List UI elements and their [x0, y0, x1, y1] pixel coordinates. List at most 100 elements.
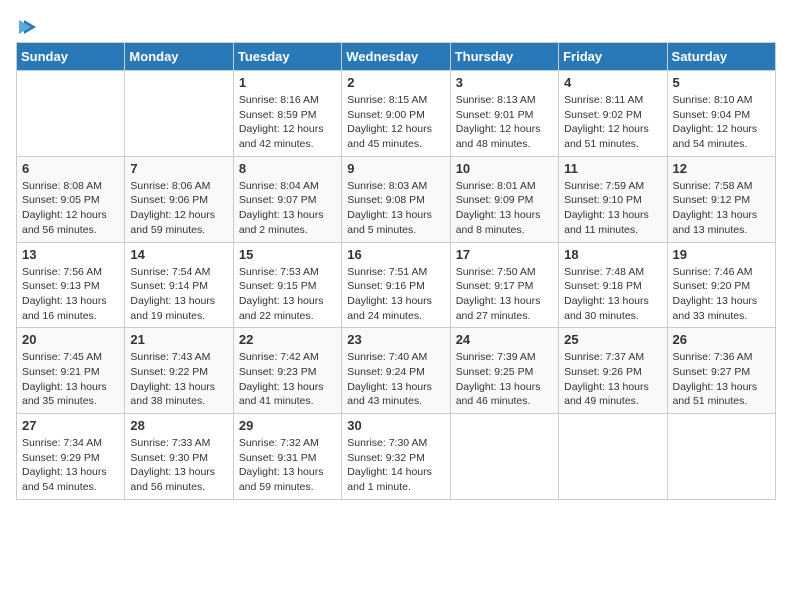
day-number: 8 [239, 161, 336, 176]
calendar-cell: 3 Sunrise: 8:13 AMSunset: 9:01 PMDaylight… [450, 71, 558, 157]
day-number: 5 [673, 75, 770, 90]
calendar-cell: 25 Sunrise: 7:37 AMSunset: 9:26 PMDayligh… [559, 328, 667, 414]
logo-icon [16, 16, 38, 38]
day-info: Sunrise: 7:42 AMSunset: 9:23 PMDaylight:… [239, 350, 336, 409]
calendar-cell: 21Sunrise: 7:43 AMSunset: 9:22 PMDayligh… [125, 328, 233, 414]
day-number: 15 [239, 247, 336, 262]
day-number: 7 [130, 161, 227, 176]
day-number: 9 [347, 161, 444, 176]
weekday-header: Thursday [450, 43, 558, 71]
day-info: Sunrise: 7:48 AMSunset: 9:18 PMDaylight:… [564, 265, 661, 324]
day-number: 19 [673, 247, 770, 262]
calendar-cell [125, 71, 233, 157]
calendar-cell: 20 Sunrise: 7:45 AMSunset: 9:21 PMDayligh… [17, 328, 125, 414]
day-info: Sunrise: 8:04 AMSunset: 9:07 PMDaylight:… [239, 179, 336, 238]
calendar-week-row: 27 Sunrise: 7:34 AMSunset: 9:29 PMDayligh… [17, 414, 776, 500]
day-info: Sunrise: 7:32 AMSunset: 9:31 PMDaylight:… [239, 436, 336, 495]
day-info: Sunrise: 8:08 AMSunset: 9:05 PMDaylight:… [22, 179, 119, 238]
day-info: Sunrise: 7:34 AMSunset: 9:29 PMDaylight:… [22, 436, 119, 495]
day-info: Sunrise: 7:39 AMSunset: 9:25 PMDaylight:… [456, 350, 553, 409]
day-info: Sunrise: 7:54 AMSunset: 9:14 PMDaylight:… [130, 265, 227, 324]
day-number: 14 [130, 247, 227, 262]
calendar-cell: 24 Sunrise: 7:39 AMSunset: 9:25 PMDayligh… [450, 328, 558, 414]
calendar-cell [17, 71, 125, 157]
day-number: 27 [22, 418, 119, 433]
day-info: Sunrise: 7:40 AMSunset: 9:24 PMDaylight:… [347, 350, 444, 409]
calendar-cell: 29 Sunrise: 7:32 AMSunset: 9:31 PMDayligh… [233, 414, 341, 500]
day-info: Sunrise: 7:37 AMSunset: 9:26 PMDaylight:… [564, 350, 661, 409]
day-number: 29 [239, 418, 336, 433]
calendar-cell: 28 Sunrise: 7:33 AMSunset: 9:30 PMDayligh… [125, 414, 233, 500]
calendar-cell [559, 414, 667, 500]
day-number: 4 [564, 75, 661, 90]
weekday-header: Saturday [667, 43, 775, 71]
day-number: 28 [130, 418, 227, 433]
day-info: Sunrise: 7:58 AMSunset: 9:12 PMDaylight:… [673, 179, 770, 238]
calendar-cell: 2 Sunrise: 8:15 AMSunset: 9:00 PMDaylight… [342, 71, 450, 157]
day-number: 20 [22, 332, 119, 347]
day-number: 11 [564, 161, 661, 176]
day-number: 10 [456, 161, 553, 176]
day-info: Sunrise: 8:16 AMSunset: 8:59 PMDaylight:… [239, 93, 336, 152]
calendar-cell: 22Sunrise: 7:42 AMSunset: 9:23 PMDayligh… [233, 328, 341, 414]
day-info: Sunrise: 7:51 AMSunset: 9:16 PMDaylight:… [347, 265, 444, 324]
calendar-cell: 27 Sunrise: 7:34 AMSunset: 9:29 PMDayligh… [17, 414, 125, 500]
calendar-cell: 26 Sunrise: 7:36 AMSunset: 9:27 PMDayligh… [667, 328, 775, 414]
day-info: Sunrise: 7:30 AMSunset: 9:32 PMDaylight:… [347, 436, 444, 495]
calendar-cell: 14 Sunrise: 7:54 AMSunset: 9:14 PMDayligh… [125, 242, 233, 328]
calendar-cell: 5 Sunrise: 8:10 AMSunset: 9:04 PMDaylight… [667, 71, 775, 157]
day-number: 17 [456, 247, 553, 262]
logo [16, 16, 38, 32]
day-info: Sunrise: 8:13 AMSunset: 9:01 PMDaylight:… [456, 93, 553, 152]
day-info: Sunrise: 8:06 AMSunset: 9:06 PMDaylight:… [130, 179, 227, 238]
calendar-cell: 10Sunrise: 8:01 AMSunset: 9:09 PMDayligh… [450, 156, 558, 242]
calendar-cell: 9Sunrise: 8:03 AMSunset: 9:08 PMDaylight… [342, 156, 450, 242]
day-number: 23 [347, 332, 444, 347]
calendar-week-row: 6 Sunrise: 8:08 AMSunset: 9:05 PMDaylight… [17, 156, 776, 242]
calendar-cell: 4 Sunrise: 8:11 AMSunset: 9:02 PMDaylight… [559, 71, 667, 157]
calendar-cell: 18 Sunrise: 7:48 AMSunset: 9:18 PMDayligh… [559, 242, 667, 328]
day-info: Sunrise: 7:46 AMSunset: 9:20 PMDaylight:… [673, 265, 770, 324]
day-number: 18 [564, 247, 661, 262]
day-info: Sunrise: 7:33 AMSunset: 9:30 PMDaylight:… [130, 436, 227, 495]
calendar-cell: 12Sunrise: 7:58 AMSunset: 9:12 PMDayligh… [667, 156, 775, 242]
calendar-week-row: 13Sunrise: 7:56 AMSunset: 9:13 PMDayligh… [17, 242, 776, 328]
day-number: 3 [456, 75, 553, 90]
calendar-table: SundayMondayTuesdayWednesdayThursdayFrid… [16, 42, 776, 500]
page-header [16, 16, 776, 32]
weekday-header: Monday [125, 43, 233, 71]
calendar-cell: 6 Sunrise: 8:08 AMSunset: 9:05 PMDaylight… [17, 156, 125, 242]
calendar-week-row: 1 Sunrise: 8:16 AMSunset: 8:59 PMDaylight… [17, 71, 776, 157]
day-number: 26 [673, 332, 770, 347]
day-number: 24 [456, 332, 553, 347]
calendar-cell: 8 Sunrise: 8:04 AMSunset: 9:07 PMDaylight… [233, 156, 341, 242]
calendar-cell: 13Sunrise: 7:56 AMSunset: 9:13 PMDayligh… [17, 242, 125, 328]
day-number: 16 [347, 247, 444, 262]
calendar-cell: 11 Sunrise: 7:59 AMSunset: 9:10 PMDayligh… [559, 156, 667, 242]
day-info: Sunrise: 8:10 AMSunset: 9:04 PMDaylight:… [673, 93, 770, 152]
calendar-cell: 16 Sunrise: 7:51 AMSunset: 9:16 PMDayligh… [342, 242, 450, 328]
day-number: 6 [22, 161, 119, 176]
calendar-cell [667, 414, 775, 500]
day-info: Sunrise: 7:43 AMSunset: 9:22 PMDaylight:… [130, 350, 227, 409]
day-info: Sunrise: 8:11 AMSunset: 9:02 PMDaylight:… [564, 93, 661, 152]
calendar-header-row: SundayMondayTuesdayWednesdayThursdayFrid… [17, 43, 776, 71]
day-info: Sunrise: 7:53 AMSunset: 9:15 PMDaylight:… [239, 265, 336, 324]
day-number: 1 [239, 75, 336, 90]
day-number: 25 [564, 332, 661, 347]
calendar-cell: 7 Sunrise: 8:06 AMSunset: 9:06 PMDaylight… [125, 156, 233, 242]
day-info: Sunrise: 8:15 AMSunset: 9:00 PMDaylight:… [347, 93, 444, 152]
day-info: Sunrise: 7:45 AMSunset: 9:21 PMDaylight:… [22, 350, 119, 409]
calendar-cell: 19 Sunrise: 7:46 AMSunset: 9:20 PMDayligh… [667, 242, 775, 328]
day-number: 2 [347, 75, 444, 90]
weekday-header: Tuesday [233, 43, 341, 71]
day-info: Sunrise: 7:50 AMSunset: 9:17 PMDaylight:… [456, 265, 553, 324]
day-info: Sunrise: 7:36 AMSunset: 9:27 PMDaylight:… [673, 350, 770, 409]
day-number: 30 [347, 418, 444, 433]
day-info: Sunrise: 7:56 AMSunset: 9:13 PMDaylight:… [22, 265, 119, 324]
day-info: Sunrise: 7:59 AMSunset: 9:10 PMDaylight:… [564, 179, 661, 238]
calendar-cell [450, 414, 558, 500]
calendar-cell: 15 Sunrise: 7:53 AMSunset: 9:15 PMDayligh… [233, 242, 341, 328]
calendar-week-row: 20 Sunrise: 7:45 AMSunset: 9:21 PMDayligh… [17, 328, 776, 414]
calendar-cell: 30 Sunrise: 7:30 AMSunset: 9:32 PMDayligh… [342, 414, 450, 500]
